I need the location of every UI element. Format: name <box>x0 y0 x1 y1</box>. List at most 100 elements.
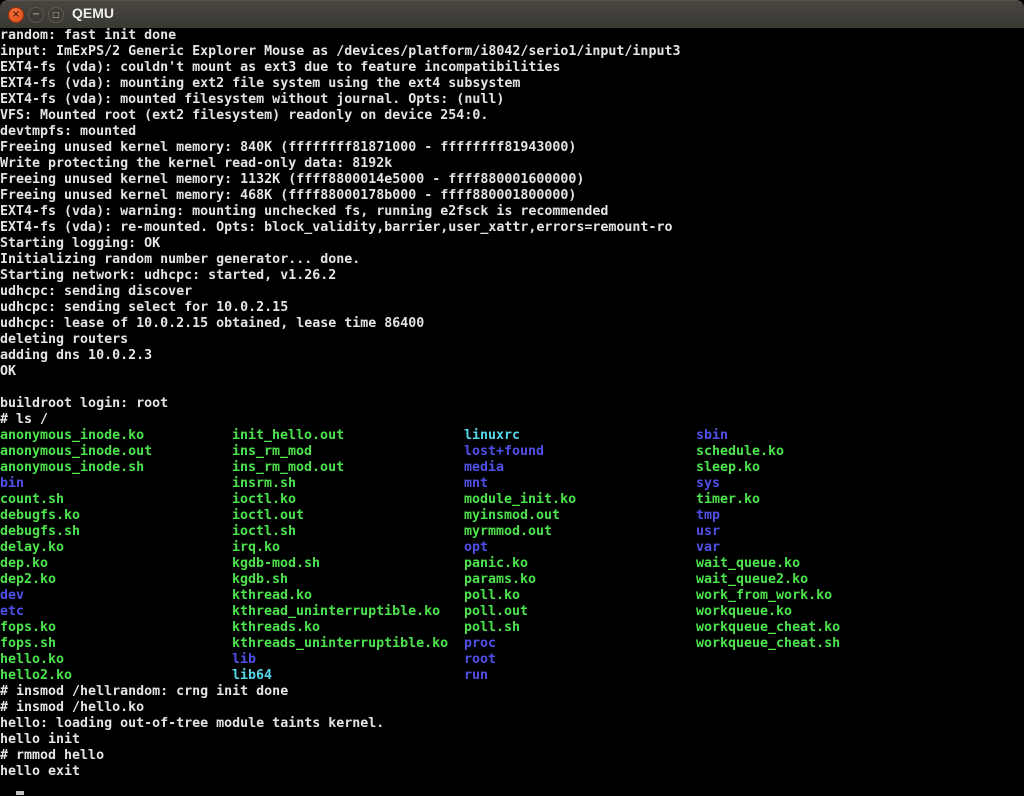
file-entry: timer.ko <box>696 492 840 508</box>
minimize-icon[interactable]: − <box>28 7 44 23</box>
console-line: deleting routers <box>0 332 1024 348</box>
file-entry: hello2.ko <box>0 668 232 684</box>
console-line: udhcpc: sending discover <box>0 284 1024 300</box>
file-entry: poll.sh <box>464 620 696 636</box>
ls-output: anonymous_inode.koanonymous_inode.outano… <box>0 428 1024 684</box>
file-entry: ioctl.out <box>232 508 464 524</box>
file-entry: kthreads_uninterruptible.ko <box>232 636 464 652</box>
symlink-entry: lib64 <box>232 668 464 684</box>
file-entry: kgdb-mod.sh <box>232 556 464 572</box>
file-entry: init_hello.out <box>232 428 464 444</box>
directory-entry: lost+found <box>464 444 696 460</box>
maximize-icon[interactable]: □ <box>48 7 64 23</box>
directory-entry: media <box>464 460 696 476</box>
terminal-screen[interactable]: random: fast init doneinput: ImExPS/2 Ge… <box>0 28 1024 796</box>
file-entry: module_init.ko <box>464 492 696 508</box>
file-entry: delay.ko <box>0 540 232 556</box>
file-entry: insrm.sh <box>232 476 464 492</box>
shell-prompt-line: # <box>0 780 1024 796</box>
file-entry: wait_queue2.ko <box>696 572 840 588</box>
console-line: Freeing unused kernel memory: 1132K (fff… <box>0 172 1024 188</box>
directory-entry: tmp <box>696 508 840 524</box>
console-line: Write protecting the kernel read-only da… <box>0 156 1024 172</box>
file-entry: kthreads.ko <box>232 620 464 636</box>
console-line: EXT4-fs (vda): mounted filesystem withou… <box>0 92 1024 108</box>
file-entry: fops.ko <box>0 620 232 636</box>
directory-entry: opt <box>464 540 696 556</box>
directory-entry: usr <box>696 524 840 540</box>
file-entry: ins_rm_mod.out <box>232 460 464 476</box>
symlink-entry: linuxrc <box>464 428 696 444</box>
console-line: VFS: Mounted root (ext2 filesystem) read… <box>0 108 1024 124</box>
file-entry: anonymous_inode.out <box>0 444 232 460</box>
file-entry: count.sh <box>0 492 232 508</box>
console-line: devtmpfs: mounted <box>0 124 1024 140</box>
file-entry: myinsmod.out <box>464 508 696 524</box>
file-entry: panic.ko <box>464 556 696 572</box>
console-line: # insmod /hellrandom: crng init done <box>0 684 1024 700</box>
console-line: input: ImExPS/2 Generic Explorer Mouse a… <box>0 44 1024 60</box>
directory-entry: run <box>464 668 696 684</box>
console-line: udhcpc: sending select for 10.0.2.15 <box>0 300 1024 316</box>
directory-entry: proc <box>464 636 696 652</box>
window-title: QEMU <box>72 5 114 21</box>
console-line: # ls / <box>0 412 1024 428</box>
ls-column: anonymous_inode.koanonymous_inode.outano… <box>0 428 232 684</box>
file-entry: kgdb.sh <box>232 572 464 588</box>
console-line: Initializing random number generator... … <box>0 252 1024 268</box>
console-line: # insmod /hello.ko <box>0 700 1024 716</box>
console-line: Starting logging: OK <box>0 236 1024 252</box>
file-entry: params.ko <box>464 572 696 588</box>
console-line: adding dns 10.0.2.3 <box>0 348 1024 364</box>
file-entry: fops.sh <box>0 636 232 652</box>
file-entry: debugfs.sh <box>0 524 232 540</box>
console-line <box>0 380 1024 396</box>
file-entry: kthread_uninterruptible.ko <box>232 604 464 620</box>
directory-entry: etc <box>0 604 232 620</box>
file-entry: irq.ko <box>232 540 464 556</box>
console-line: Freeing unused kernel memory: 468K (ffff… <box>0 188 1024 204</box>
file-entry: poll.ko <box>464 588 696 604</box>
terminal-cursor <box>16 791 24 795</box>
ls-column: sbinschedule.kosleep.kosystimer.kotmpusr… <box>696 428 840 684</box>
file-entry: ioctl.sh <box>232 524 464 540</box>
file-entry: debugfs.ko <box>0 508 232 524</box>
console-line: buildroot login: root <box>0 396 1024 412</box>
console-line: EXT4-fs (vda): couldn't mount as ext3 du… <box>0 60 1024 76</box>
directory-entry: root <box>464 652 696 668</box>
file-entry: workqueue_cheat.sh <box>696 636 840 652</box>
boot-log: random: fast init doneinput: ImExPS/2 Ge… <box>0 28 1024 428</box>
directory-entry: mnt <box>464 476 696 492</box>
file-entry: kthread.ko <box>232 588 464 604</box>
console-line: EXT4-fs (vda): mounting ext2 file system… <box>0 76 1024 92</box>
directory-entry: lib <box>232 652 464 668</box>
console-line: udhcpc: lease of 10.0.2.15 obtained, lea… <box>0 316 1024 332</box>
directory-entry: sys <box>696 476 840 492</box>
file-entry: schedule.ko <box>696 444 840 460</box>
console-line: random: fast init done <box>0 28 1024 44</box>
file-entry: workqueue.ko <box>696 604 840 620</box>
directory-entry: sbin <box>696 428 840 444</box>
file-entry: workqueue_cheat.ko <box>696 620 840 636</box>
file-entry: work_from_work.ko <box>696 588 840 604</box>
close-icon[interactable]: × <box>8 7 24 23</box>
file-entry: ins_rm_mod <box>232 444 464 460</box>
console-line: Freeing unused kernel memory: 840K (ffff… <box>0 140 1024 156</box>
window-titlebar[interactable]: × − □ QEMU <box>0 0 1024 28</box>
console-line: hello: loading out-of-tree module taints… <box>0 716 1024 732</box>
directory-entry: var <box>696 540 840 556</box>
file-entry: anonymous_inode.sh <box>0 460 232 476</box>
file-entry: poll.out <box>464 604 696 620</box>
file-entry: anonymous_inode.ko <box>0 428 232 444</box>
console-line: hello exit <box>0 764 1024 780</box>
directory-entry: bin <box>0 476 232 492</box>
ls-column: init_hello.outins_rm_modins_rm_mod.outin… <box>232 428 464 684</box>
console-line: hello init <box>0 732 1024 748</box>
console-line: OK <box>0 364 1024 380</box>
file-entry: hello.ko <box>0 652 232 668</box>
console-line: EXT4-fs (vda): warning: mounting uncheck… <box>0 204 1024 220</box>
directory-entry: dev <box>0 588 232 604</box>
file-entry: dep.ko <box>0 556 232 572</box>
file-entry: ioctl.ko <box>232 492 464 508</box>
file-entry: wait_queue.ko <box>696 556 840 572</box>
